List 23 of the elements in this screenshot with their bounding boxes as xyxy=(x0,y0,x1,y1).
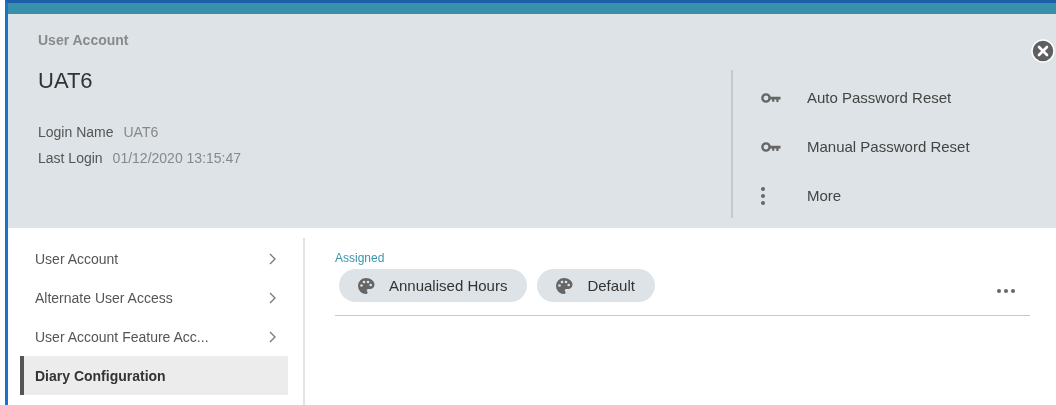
tag-chip[interactable]: Default xyxy=(537,269,655,302)
account-name: UAT6 xyxy=(38,68,94,94)
key-icon xyxy=(761,92,781,103)
field-value: UAT6 xyxy=(123,124,159,140)
sidebar-item[interactable]: User Account xyxy=(20,239,288,278)
sidebar-item[interactable]: Diary Configuration xyxy=(20,356,288,395)
action-button[interactable]: More xyxy=(761,180,842,211)
section-title: User Account xyxy=(38,32,130,48)
palette-icon xyxy=(555,276,574,295)
tag-chip[interactable]: Annualised Hours xyxy=(339,269,528,302)
field-label: Last Login xyxy=(38,150,103,166)
field-label: Login Name xyxy=(38,124,114,140)
palette-icon xyxy=(357,276,375,295)
sidebar-item[interactable]: User Account Feature Acc... xyxy=(20,317,288,356)
assigned-label: Assigned xyxy=(335,251,386,265)
action-button[interactable]: Auto Password Reset xyxy=(761,82,952,113)
sidebar-item[interactable]: Alternate User Access xyxy=(20,278,288,317)
more-vertical-icon xyxy=(761,186,765,205)
action-button[interactable]: Manual Password Reset xyxy=(761,131,970,162)
field-value: 01/12/2020 13:15:47 xyxy=(112,150,242,166)
more-options-icon[interactable] xyxy=(996,287,1016,294)
close-icon[interactable] xyxy=(1031,39,1055,63)
key-icon xyxy=(761,141,781,152)
